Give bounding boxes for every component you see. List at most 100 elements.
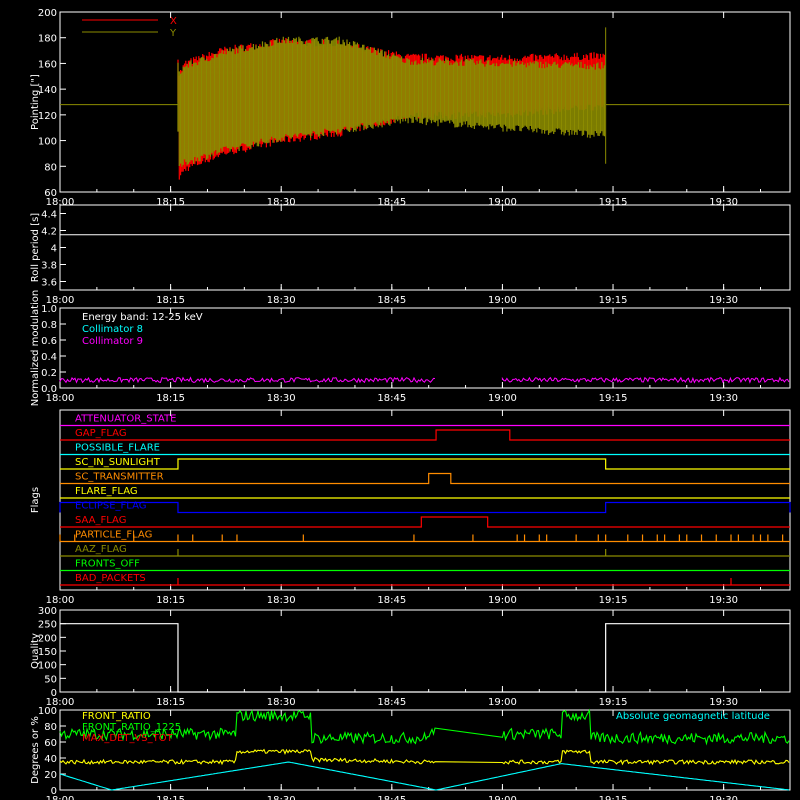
legend-label: FRONT_RATIO_1225 bbox=[82, 722, 181, 733]
y-tick-label: 160 bbox=[38, 59, 57, 70]
x-tick-label: 18:30 bbox=[267, 697, 296, 708]
y-tick-label: 100 bbox=[38, 706, 57, 717]
legend-label: Collimator 9 bbox=[82, 336, 143, 347]
x-tick-label: 18:30 bbox=[267, 795, 296, 800]
y-tick-label: 0 bbox=[51, 786, 57, 797]
flag-label-particle-flag: PARTICLE_FLAG bbox=[75, 530, 152, 541]
y-tick-label: 140 bbox=[38, 85, 57, 96]
y-tick-label: 4.4 bbox=[41, 210, 57, 221]
y-tick-label: 0.8 bbox=[41, 320, 57, 331]
x-tick-label: 19:15 bbox=[599, 697, 628, 708]
flag-label-bad-packets: BAD_PACKETS bbox=[75, 573, 146, 584]
x-tick-label: 19:30 bbox=[709, 393, 738, 404]
figure: 18:00 18:15 18:30 18:45 19:00 19:15 19:30Point… bbox=[30, 8, 791, 800]
annotation: Absolute geomagnetic latitude bbox=[616, 711, 770, 722]
flag-trace-saa-flag bbox=[60, 516, 790, 528]
y-tick-label: 4 bbox=[51, 244, 57, 255]
flag-label-attenuator-state: ATTENUATOR_STATE bbox=[75, 414, 176, 425]
quality-line bbox=[60, 623, 790, 693]
y-axis-label: Flags bbox=[30, 487, 41, 513]
x-tick-label: 18:45 bbox=[377, 697, 406, 708]
x-tick-label: 18:45 bbox=[377, 393, 406, 404]
x-tick-label: 19:00 bbox=[488, 595, 517, 606]
flag-label-fronts-off: FRONTS_OFF bbox=[75, 559, 140, 570]
x-tick-label: 18:30 bbox=[267, 295, 296, 306]
y-tick-label: 0.6 bbox=[41, 336, 57, 347]
x-tick-label: 18:15 bbox=[156, 393, 185, 404]
y-tick-label: 0.4 bbox=[41, 352, 57, 363]
flag-trace-sc-in-sunlight bbox=[60, 458, 790, 470]
x-tick-label: 18:45 bbox=[377, 595, 406, 606]
flag-trace-bad-packets bbox=[60, 578, 790, 586]
x-tick-label: 19:15 bbox=[599, 393, 628, 404]
y-axis-label: Degrees or % bbox=[30, 716, 41, 784]
x-tick-label: 19:00 bbox=[488, 295, 517, 306]
flag-label-gap-flag: GAP_FLAG bbox=[75, 428, 127, 439]
x-tick-label: 18:45 bbox=[377, 795, 406, 800]
y-tick-label: 50 bbox=[44, 674, 57, 685]
x-tick-label: 18:30 bbox=[267, 595, 296, 606]
y-tick-label: 150 bbox=[38, 647, 57, 658]
legend-label: Collimator 8 bbox=[82, 324, 143, 335]
flag-label-sc-transmitter: SC_TRANSMITTER bbox=[75, 472, 164, 483]
legend-label: X bbox=[170, 16, 177, 27]
y-tick-label: 3.8 bbox=[41, 261, 57, 272]
x-tick-label: 19:30 bbox=[709, 295, 738, 306]
flag-trace-gap-flag bbox=[60, 429, 790, 441]
y-tick-label: 0.2 bbox=[41, 368, 57, 379]
y-tick-label: 120 bbox=[38, 111, 57, 122]
x-tick-label: 18:45 bbox=[377, 295, 406, 306]
panel-1 bbox=[59, 204, 791, 291]
flag-label-flare-flag: FLARE_FLAG bbox=[75, 486, 138, 497]
panel-3 bbox=[59, 409, 791, 591]
y-tick-label: 0 bbox=[51, 688, 57, 699]
x-tick-label: 19:00 bbox=[488, 697, 517, 708]
flag-label-aaz-flag: AAZ_FLAG bbox=[75, 544, 127, 555]
x-tick-label: 19:15 bbox=[599, 295, 628, 306]
legend-label: FRONT_RATIO bbox=[82, 711, 151, 722]
x-tick-label: 19:00 bbox=[488, 795, 517, 800]
collimator9-segment-1 bbox=[501, 376, 790, 384]
y-tick-label: 250 bbox=[38, 620, 57, 631]
flag-label-sc-in-sunlight: SC_IN_SUNLIGHT bbox=[75, 457, 161, 468]
x-tick-label: 19:30 bbox=[709, 595, 738, 606]
x-tick-label: 19:30 bbox=[709, 697, 738, 708]
panel-frame bbox=[59, 609, 791, 693]
legend-label: Y bbox=[169, 28, 177, 39]
y-axis-label: Normalized modulation bbox=[30, 290, 41, 407]
y-tick-label: 200 bbox=[38, 8, 57, 19]
legend-title: Energy band: 12-25 keV bbox=[82, 312, 203, 323]
y-tick-label: 60 bbox=[44, 188, 57, 199]
x-tick-label: 18:15 bbox=[156, 595, 185, 606]
y-tick-label: 40 bbox=[44, 754, 57, 765]
y-tick-label: 80 bbox=[44, 722, 57, 733]
x-tick-label: 18:30 bbox=[267, 393, 296, 404]
y-tick-label: 4.2 bbox=[41, 227, 57, 238]
x-tick-label: 18:15 bbox=[156, 795, 185, 800]
series-front-ratio bbox=[59, 748, 790, 766]
panel-4 bbox=[59, 609, 791, 693]
y-tick-label: 20 bbox=[44, 770, 57, 781]
y-tick-label: 80 bbox=[44, 162, 57, 173]
flag-trace-particle-flag bbox=[59, 534, 790, 543]
y-tick-label: 200 bbox=[38, 633, 57, 644]
x-tick-label: 19:00 bbox=[488, 393, 517, 404]
x-tick-label: 19:15 bbox=[599, 595, 628, 606]
legend-label: MAX_DET_VS_TOT bbox=[82, 733, 174, 744]
panel-frame bbox=[59, 204, 791, 291]
x-tick-label: 19:30 bbox=[709, 795, 738, 800]
collimator9-segment-0 bbox=[59, 376, 436, 384]
flag-trace-aaz-flag bbox=[60, 549, 790, 557]
flag-label-possible-flare: POSSIBLE_FLARE bbox=[75, 443, 160, 454]
y-tick-label: 0.0 bbox=[41, 384, 57, 395]
x-tick-label: 19:15 bbox=[599, 795, 628, 800]
y-tick-label: 180 bbox=[38, 34, 57, 45]
y-tick-label: 60 bbox=[44, 738, 57, 749]
y-tick-label: 3.6 bbox=[41, 278, 57, 289]
x-tick-label: 18:00 bbox=[46, 595, 75, 606]
flag-trace-eclipse-flag bbox=[59, 501, 791, 514]
series-absolute-geomagnetic-latitude bbox=[59, 761, 790, 791]
y-tick-label: 100 bbox=[38, 661, 57, 672]
x-tick-label: 18:15 bbox=[156, 295, 185, 306]
y-tick-label: 300 bbox=[38, 606, 57, 617]
